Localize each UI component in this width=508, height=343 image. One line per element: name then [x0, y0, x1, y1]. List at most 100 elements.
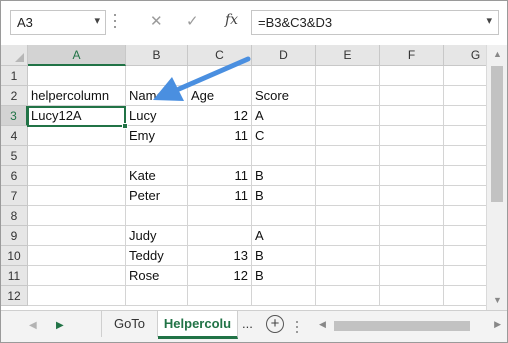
cell-d9[interactable]: A	[252, 226, 316, 246]
cell-f2[interactable]	[380, 86, 444, 106]
chevron-down-icon[interactable]: ▾	[94, 14, 100, 27]
cell-d2[interactable]: Score	[252, 86, 316, 106]
cell-d8[interactable]	[252, 206, 316, 226]
sheet-tab-goto[interactable]: GoTo	[101, 311, 158, 337]
cell-d12[interactable]	[252, 286, 316, 306]
cell-g12[interactable]	[444, 286, 486, 306]
row-header-5[interactable]: 5	[1, 146, 28, 166]
cell-b2[interactable]: Name	[126, 86, 188, 106]
row-header-1[interactable]: 1	[1, 66, 28, 86]
row-header-12[interactable]: 12	[1, 286, 28, 306]
cell-c3[interactable]: 12	[188, 106, 252, 126]
cell-b6[interactable]: Kate	[126, 166, 188, 186]
plus-circle-icon[interactable]: +	[266, 315, 284, 333]
cell-b5[interactable]	[126, 146, 188, 166]
cell-b9[interactable]: Judy	[126, 226, 188, 246]
horizontal-scrollbar[interactable]: ◀ ▶	[317, 317, 503, 334]
cell-g5[interactable]	[444, 146, 486, 166]
cell-e3[interactable]	[316, 106, 380, 126]
cell-d10[interactable]: B	[252, 246, 316, 266]
cell-d3[interactable]: A	[252, 106, 316, 126]
cell-g2[interactable]	[444, 86, 486, 106]
cell-b8[interactable]	[126, 206, 188, 226]
cell-e2[interactable]	[316, 86, 380, 106]
worksheet-grid[interactable]: A B C D E F G 1 2 helpercolumn Name Age Score 3 Lucy12…	[1, 45, 486, 310]
cell-d4[interactable]: C	[252, 126, 316, 146]
cell-e9[interactable]	[316, 226, 380, 246]
cell-g10[interactable]	[444, 246, 486, 266]
cell-d1[interactable]	[252, 66, 316, 86]
cell-f10[interactable]	[380, 246, 444, 266]
cell-f8[interactable]	[380, 206, 444, 226]
cell-g4[interactable]	[444, 126, 486, 146]
cell-e11[interactable]	[316, 266, 380, 286]
cell-g8[interactable]	[444, 206, 486, 226]
cell-e7[interactable]	[316, 186, 380, 206]
fill-handle[interactable]	[122, 123, 128, 129]
cell-e4[interactable]	[316, 126, 380, 146]
column-header-c[interactable]: C	[188, 45, 252, 66]
cell-a10[interactable]	[28, 246, 126, 266]
cell-e5[interactable]	[316, 146, 380, 166]
cell-a2[interactable]: helpercolumn	[28, 86, 126, 106]
cell-d7[interactable]: B	[252, 186, 316, 206]
tab-splitter[interactable]	[296, 319, 299, 337]
cell-f3[interactable]	[380, 106, 444, 126]
select-all-button[interactable]	[1, 45, 28, 66]
cell-c2[interactable]: Age	[188, 86, 252, 106]
cell-a8[interactable]	[28, 206, 126, 226]
cell-a3[interactable]: Lucy12A	[28, 106, 126, 126]
cell-e6[interactable]	[316, 166, 380, 186]
row-header-3[interactable]: 3	[1, 106, 28, 126]
horizontal-scroll-thumb[interactable]	[334, 321, 470, 331]
column-header-d[interactable]: D	[252, 45, 316, 66]
cell-f12[interactable]	[380, 286, 444, 306]
cell-f6[interactable]	[380, 166, 444, 186]
chevron-down-icon[interactable]: ▾	[486, 14, 492, 27]
triangle-left-icon[interactable]: ◀	[29, 320, 37, 331]
sheet-tab-helpercolumn[interactable]: Helpercolu	[158, 311, 238, 339]
name-box[interactable]: A3 ▾	[10, 10, 106, 35]
row-header-6[interactable]: 6	[1, 166, 28, 186]
cell-e10[interactable]	[316, 246, 380, 266]
scroll-up-icon[interactable]: ▲	[493, 49, 502, 59]
scroll-down-icon[interactable]: ▼	[493, 295, 502, 305]
cell-a12[interactable]	[28, 286, 126, 306]
insert-function-icon[interactable]: fx	[225, 12, 238, 28]
row-header-7[interactable]: 7	[1, 186, 28, 206]
cell-e12[interactable]	[316, 286, 380, 306]
cell-c12[interactable]	[188, 286, 252, 306]
row-header-10[interactable]: 10	[1, 246, 28, 266]
cell-c1[interactable]	[188, 66, 252, 86]
cell-c8[interactable]	[188, 206, 252, 226]
cell-g3[interactable]	[444, 106, 486, 126]
cell-f9[interactable]	[380, 226, 444, 246]
cell-c11[interactable]: 12	[188, 266, 252, 286]
cell-a5[interactable]	[28, 146, 126, 166]
cell-e8[interactable]	[316, 206, 380, 226]
cell-f5[interactable]	[380, 146, 444, 166]
cell-d11[interactable]: B	[252, 266, 316, 286]
cell-c5[interactable]	[188, 146, 252, 166]
column-header-b[interactable]: B	[126, 45, 188, 66]
column-header-a[interactable]: A	[28, 45, 126, 66]
row-header-9[interactable]: 9	[1, 226, 28, 246]
cell-f4[interactable]	[380, 126, 444, 146]
cell-d6[interactable]: B	[252, 166, 316, 186]
cell-a1[interactable]	[28, 66, 126, 86]
cell-a9[interactable]	[28, 226, 126, 246]
cell-a4[interactable]	[28, 126, 126, 146]
cell-b10[interactable]: Teddy	[126, 246, 188, 266]
row-header-2[interactable]: 2	[1, 86, 28, 106]
vertical-scrollbar[interactable]: ▲ ▼	[486, 45, 507, 310]
cell-c4[interactable]: 11	[188, 126, 252, 146]
enter-icon[interactable]: ✓	[186, 12, 199, 30]
cell-c6[interactable]: 11	[188, 166, 252, 186]
cell-g9[interactable]	[444, 226, 486, 246]
column-header-f[interactable]: F	[380, 45, 444, 66]
cell-f7[interactable]	[380, 186, 444, 206]
cell-e1[interactable]	[316, 66, 380, 86]
cell-b11[interactable]: Rose	[126, 266, 188, 286]
cell-a7[interactable]	[28, 186, 126, 206]
triangle-right-icon[interactable]: ▶	[56, 320, 64, 331]
